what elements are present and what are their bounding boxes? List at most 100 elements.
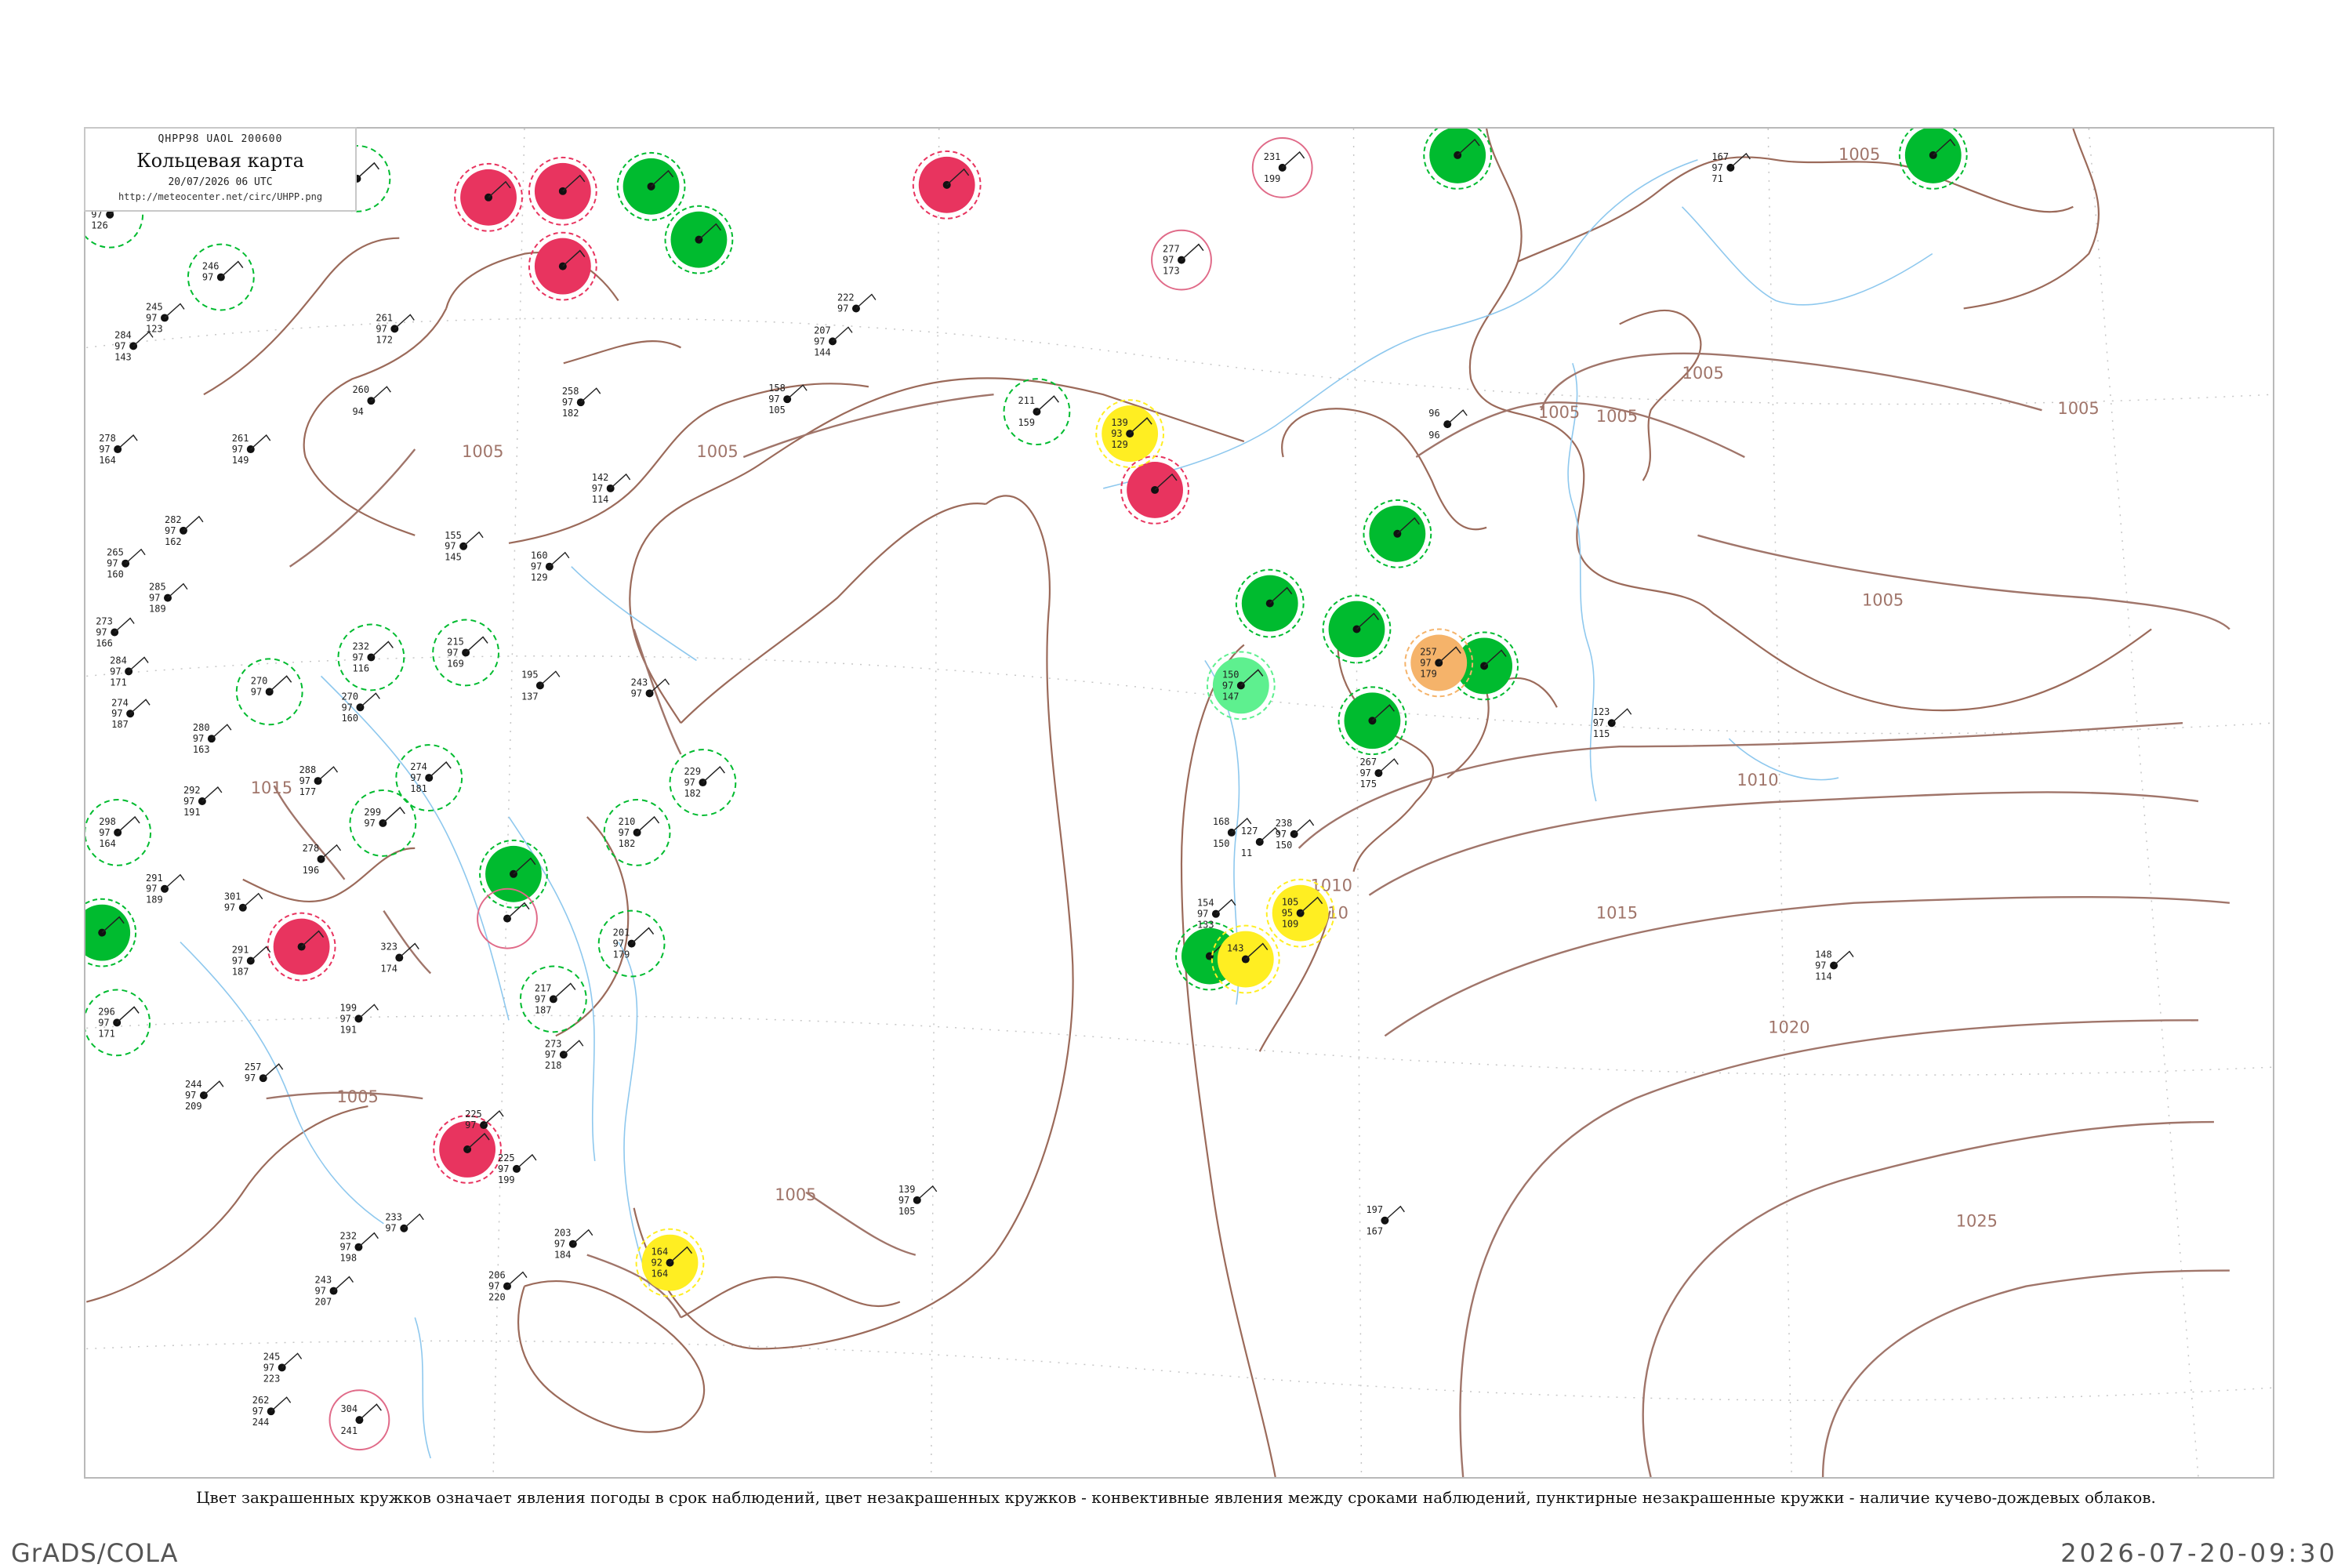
wind-barb — [203, 1080, 224, 1096]
station-plain[interactable]: 260 94 — [352, 384, 391, 417]
station-dash[interactable]: 22997182 — [669, 749, 737, 816]
station-plain[interactable]: 12397115 — [1593, 706, 1632, 739]
station-plain[interactable]: 23297198 — [339, 1231, 379, 1264]
map-url[interactable]: http://meteocenter.net/circ/UHPP.png — [85, 191, 355, 202]
station-plain[interactable]: 15497133 — [1197, 898, 1236, 931]
station-plain[interactable]: 20397184 — [554, 1228, 593, 1261]
station-plain[interactable]: 28597189 — [149, 582, 188, 615]
station-plain[interactable]: 278 196 — [303, 843, 342, 876]
station-value: 189 — [146, 895, 163, 906]
station-value: 97 — [531, 561, 542, 572]
station-plain[interactable]: 15597145 — [445, 530, 484, 563]
ring-map[interactable]: 1005 1005 1005 1005 1005 1005 1005 1005 … — [85, 129, 2273, 1477]
station-plain[interactable]: 29197189 — [146, 873, 185, 906]
station-ring[interactable]: 304 241 — [328, 1389, 390, 1451]
station-plain[interactable]: 27397166 — [96, 616, 135, 649]
station-plain[interactable]: 24597123 — [146, 301, 185, 334]
station-thunder[interactable] — [267, 912, 336, 982]
station-plain[interactable]: 28297162 — [165, 514, 204, 547]
station-plain[interactable]: 27397218 — [545, 1038, 584, 1071]
station-plain[interactable]: 27497187 — [111, 697, 151, 730]
station-plain[interactable]: 197 167 — [1366, 1204, 1405, 1237]
station-thunder[interactable] — [1120, 456, 1189, 524]
station-plain[interactable]: 323 174 — [380, 942, 419, 975]
station-thunder[interactable] — [454, 162, 523, 232]
station-plain[interactable]: 23397 — [385, 1212, 424, 1234]
station-rain[interactable] — [1338, 686, 1407, 756]
station-plain[interactable]: 23897150 — [1276, 818, 1315, 851]
station-plain[interactable]: 96 96 — [1428, 408, 1468, 441]
station-rain[interactable] — [1898, 129, 1968, 190]
station-plain[interactable]: 22597199 — [498, 1152, 537, 1185]
station-plain[interactable]: 14297114 — [592, 472, 631, 505]
wind-barb — [1181, 243, 1204, 261]
station-ring[interactable]: 27797173 — [1151, 229, 1212, 291]
station-value: 97 — [1359, 768, 1370, 779]
wind-barb — [116, 1006, 140, 1023]
station-plain[interactable]: 25797 — [245, 1062, 284, 1083]
station-ring[interactable]: 231 199 — [1251, 136, 1313, 198]
station-plain[interactable]: 28497171 — [110, 655, 149, 688]
station-dash[interactable]: 21597169 — [432, 619, 500, 687]
station-plain[interactable]: 28497143 — [114, 329, 154, 362]
station-dash[interactable]: 29897164 — [85, 799, 152, 866]
station-plain[interactable]: 16097129 — [531, 550, 570, 583]
station-rain[interactable] — [1423, 129, 1493, 190]
station-rain[interactable] — [85, 898, 137, 967]
station-plain[interactable]: 1679771 — [1711, 151, 1751, 184]
station-value: 278 — [99, 433, 116, 444]
station-plain[interactable]: 22297 — [837, 292, 877, 314]
station-plain[interactable]: 30197 — [224, 891, 263, 913]
station-dash[interactable]: 27497181 — [395, 744, 463, 811]
station-plain[interactable]: 29197187 — [232, 945, 271, 978]
software-credit: GrADS/COLA — [11, 1538, 179, 1568]
station-value: 97 — [99, 444, 110, 455]
station-rain[interactable] — [1235, 568, 1305, 638]
station-plain[interactable]: 26797175 — [1359, 757, 1399, 789]
station-thunder[interactable] — [912, 150, 982, 220]
station-drizzle[interactable]: 15097147 — [1206, 651, 1276, 720]
map-title-box: QHPP98 UAOL 200600 Кольцевая карта 20/07… — [84, 127, 357, 212]
station-rain[interactable] — [1363, 499, 1432, 568]
station-plain[interactable]: 26197149 — [232, 433, 271, 466]
station-plain[interactable]: 28097163 — [193, 722, 232, 755]
station-plain[interactable]: 24597223 — [263, 1351, 303, 1384]
station-dash[interactable]: 27097 — [235, 658, 303, 726]
station-plain[interactable]: 26197172 — [376, 312, 415, 345]
station-rain[interactable] — [479, 839, 548, 909]
station-plain[interactable]: 27097160 — [341, 691, 380, 724]
station-dash[interactable]: 24697 — [187, 243, 255, 311]
station-plain[interactable]: 28897177 — [299, 764, 339, 797]
station-dash[interactable]: 20197179 — [597, 909, 666, 978]
station-value: 97 — [263, 1362, 274, 1373]
station-plain[interactable]: 29297191 — [183, 785, 223, 818]
station-plain[interactable]: 14897114 — [1815, 949, 1854, 982]
station-haze[interactable]: 25797179 — [1404, 628, 1474, 698]
station-thunder[interactable] — [528, 156, 597, 226]
station-fog[interactable]: 13993129 — [1095, 399, 1165, 468]
station-dash[interactable]: 23297116 — [337, 623, 405, 691]
station-plain[interactable]: 26597160 — [107, 547, 146, 580]
station-rain[interactable] — [1322, 594, 1392, 664]
station-plain[interactable]: 27897164 — [99, 433, 138, 466]
station-dash[interactable]: 21097182 — [603, 799, 671, 866]
station-thunder[interactable] — [528, 231, 597, 301]
station-plain[interactable]: 127 11 — [1241, 826, 1280, 858]
station-plain[interactable]: 195 137 — [521, 669, 561, 702]
station-plain[interactable]: 13997105 — [898, 1184, 938, 1217]
station-value: 97 — [111, 708, 122, 719]
station-plain[interactable]: 24497209 — [185, 1079, 224, 1112]
wind-barb — [1833, 950, 1854, 967]
station-dash[interactable]: 211 159 — [1003, 378, 1071, 446]
station-plain[interactable]: 20797144 — [814, 325, 853, 358]
station-fog[interactable]: 16492164 — [635, 1228, 705, 1298]
station-plain[interactable]: 24397207 — [315, 1275, 354, 1308]
station-value: 154 — [1197, 898, 1214, 909]
station-plain[interactable]: 25897182 — [562, 386, 601, 419]
station-plain[interactable]: 19997191 — [339, 1002, 379, 1035]
station-plain[interactable]: 26297244 — [252, 1395, 292, 1428]
station-rain[interactable] — [664, 205, 734, 274]
station-rain[interactable] — [616, 151, 686, 221]
wind-barb — [128, 656, 149, 672]
station-dash[interactable]: 29697171 — [85, 989, 151, 1057]
